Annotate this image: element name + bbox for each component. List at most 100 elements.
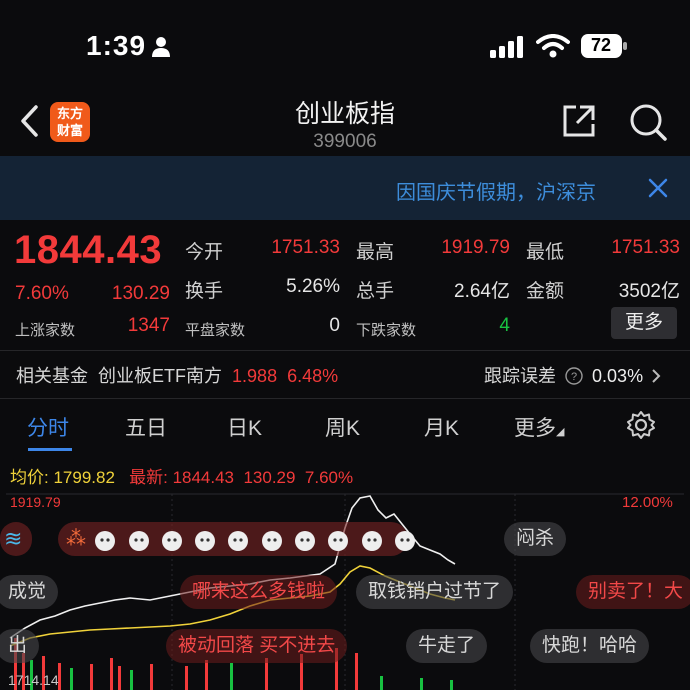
volume-bar [70, 668, 73, 690]
battery-level: 72 [590, 35, 612, 55]
volume-bar [130, 670, 133, 690]
swimmer-icon: ≋ [4, 526, 23, 551]
danmaku-comment[interactable]: 成觉 [0, 575, 59, 609]
tracking-error-label: 跟踪误差 [484, 366, 556, 386]
low-label: 最低 [526, 242, 565, 263]
danmaku-comment[interactable]: 快跑！哈哈 [530, 629, 650, 663]
sheep-icon [95, 530, 116, 551]
sheep-icon [195, 530, 216, 551]
up-count: 1347 [127, 315, 170, 336]
tracking-error[interactable]: 跟踪误差 ? 0.03% [484, 362, 662, 388]
tab-monthly-k[interactable]: 月K [424, 412, 459, 442]
fund-label: 相关基金 [16, 366, 88, 386]
divider [0, 398, 690, 399]
volume-bar [355, 653, 358, 690]
person-icon [152, 37, 170, 57]
volume-bar [205, 660, 208, 690]
sheep-icon [328, 530, 349, 551]
tab-intraday[interactable]: 分时 [27, 412, 69, 442]
volume-bar [450, 680, 453, 690]
chart-y-max: 1919.79 [10, 494, 61, 510]
sheep-icon [261, 530, 282, 551]
volume-bar [150, 664, 153, 690]
down-count-label: 下跌家数 [356, 322, 417, 339]
volume-label: 总手 [356, 281, 395, 302]
tab-more-label: 更多 [514, 417, 556, 440]
danmaku-comment[interactable]: 别卖了！大 [576, 575, 690, 609]
chevron-right-icon [652, 369, 661, 383]
turnover-label: 换手 [185, 281, 224, 302]
latest-value: 1844.43 [172, 468, 235, 487]
volume-bar [230, 663, 233, 690]
sheep-icon [361, 530, 382, 551]
chart-legend: 均价: 1799.82 最新: 1844.43 130.29 7.60% [10, 463, 353, 488]
current-price: 1844.43 [14, 228, 163, 272]
sheep-icon [128, 530, 149, 551]
danmaku-comment[interactable]: 被动回落 买不进去 [166, 629, 348, 663]
amount-label: 金额 [526, 281, 565, 302]
danmaku-emoji-bubble[interactable]: ⁂ [58, 522, 415, 556]
latest-label: 最新: [129, 468, 168, 487]
wifi-icon [536, 34, 570, 58]
amount-value: 3502亿 [618, 281, 680, 302]
chart-pct-max: 12.00% [622, 494, 673, 511]
divider [0, 350, 690, 351]
high-label: 最高 [356, 242, 395, 263]
avg-label: 均价: [10, 468, 49, 487]
tab-daily-k[interactable]: 日K [227, 412, 262, 442]
tab-five-day[interactable]: 五日 [125, 412, 167, 442]
help-icon[interactable]: ? [565, 367, 583, 385]
tab-more[interactable]: 更多◢ [514, 412, 564, 442]
danmaku-comment[interactable]: 哪来这么多钱啦 [180, 575, 338, 609]
flat-count-label: 平盘家数 [185, 322, 246, 339]
tab-weekly-k[interactable]: 周K [325, 412, 360, 442]
close-icon[interactable] [646, 176, 670, 200]
turnover-value: 5.26% [286, 276, 340, 297]
gear-icon[interactable] [626, 410, 656, 440]
search-icon[interactable] [628, 102, 668, 142]
tracking-error-value: 0.03% [592, 366, 644, 386]
sheep-icon [228, 530, 249, 551]
change-amount: 130.29 [111, 283, 170, 304]
active-tab-indicator [28, 448, 72, 451]
status-time: 1:39 [86, 30, 147, 61]
danmaku-emoji-bubble[interactable]: ≋ [0, 522, 33, 556]
open-value: 1751.33 [271, 237, 340, 258]
svg-text:?: ? [571, 371, 577, 383]
sheep-icon [161, 530, 182, 551]
dropdown-caret-icon: ◢ [556, 426, 565, 438]
firecracker-icon: ⁂ [66, 528, 86, 550]
danmaku-comment[interactable]: 闷杀 [504, 522, 567, 556]
volume-bar [90, 664, 93, 690]
volume-bar [380, 676, 383, 690]
sheep-icon [294, 530, 315, 551]
cellular-signal-icon [490, 36, 523, 58]
fund-pct: 6.48% [287, 366, 339, 386]
up-count-label: 上涨家数 [15, 322, 76, 339]
change-percent: 7.60% [15, 283, 69, 304]
volume-bar [185, 666, 188, 690]
latest-pct: 7.60% [304, 468, 354, 487]
danmaku-comment[interactable]: 取钱销户过节了 [356, 575, 514, 609]
high-value: 1919.79 [441, 237, 510, 258]
sheep-icon [394, 530, 415, 551]
low-value: 1751.33 [611, 237, 680, 258]
latest-change: 130.29 [243, 468, 296, 487]
more-button[interactable]: 更多 [611, 307, 677, 339]
share-icon[interactable] [560, 102, 598, 140]
notice-text: 因国庆节假期，沪深京 [396, 182, 596, 204]
danmaku-comment[interactable]: 出 [0, 629, 40, 663]
danmaku-comment[interactable]: 牛走了 [406, 629, 488, 663]
related-fund-row[interactable]: 相关基金 创业板ETF南方 1.988 6.48% [16, 362, 338, 388]
down-count: 4 [499, 315, 510, 336]
fund-price: 1.988 [232, 366, 278, 386]
fund-name: 创业板ETF南方 [98, 366, 223, 386]
flat-count: 0 [329, 315, 340, 336]
chart-time-mark: 1714.14 [8, 672, 59, 688]
volume-bar [118, 666, 121, 690]
volume-bar [110, 658, 113, 690]
avg-value: 1799.82 [53, 468, 115, 487]
volume-value: 2.64亿 [454, 281, 510, 302]
volume-bar [420, 678, 423, 690]
open-label: 今开 [185, 242, 224, 263]
